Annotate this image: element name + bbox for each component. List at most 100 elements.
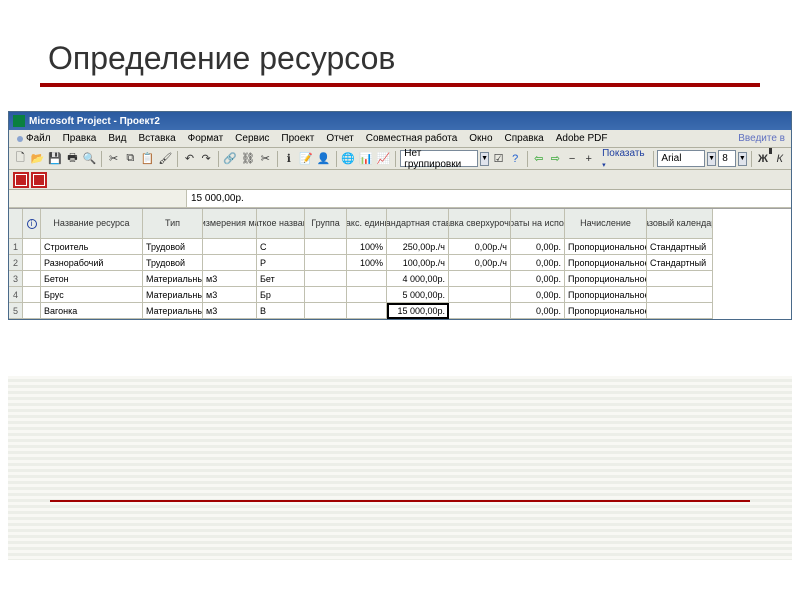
col-group[interactable]: Группа — [305, 209, 347, 239]
help-button[interactable]: ? — [508, 150, 523, 168]
print-button[interactable]: 🖶 — [65, 150, 80, 168]
show-menu[interactable]: Показать ▾ — [598, 148, 649, 170]
cell-group[interactable] — [305, 271, 347, 287]
cell-accrue[interactable]: Пропорциональное — [565, 287, 647, 303]
row-header[interactable]: 1 — [9, 239, 23, 255]
cell-units[interactable]: м3 — [203, 271, 257, 287]
col-material-units[interactable]: Единицы измерения материалов — [203, 209, 257, 239]
publish-button[interactable]: 🌐 — [340, 150, 356, 168]
cell-info[interactable] — [23, 271, 41, 287]
expand-button[interactable]: + — [581, 150, 596, 168]
link-button[interactable]: 🔗 — [222, 150, 238, 168]
cell-short[interactable]: В — [257, 303, 305, 319]
save-button[interactable]: 💾 — [47, 150, 63, 168]
col-name[interactable]: Название ресурса — [41, 209, 143, 239]
col-type[interactable]: Тип — [143, 209, 203, 239]
cell-accrue[interactable]: Пропорциональное — [565, 303, 647, 319]
cell-ovt-rate[interactable] — [449, 303, 511, 319]
cell-calendar[interactable] — [647, 303, 713, 319]
outdent-button[interactable]: ⇦ — [531, 150, 546, 168]
cell-short[interactable]: Бр — [257, 287, 305, 303]
redo-button[interactable]: ↷ — [199, 150, 214, 168]
pdf-mail-icon[interactable] — [31, 172, 47, 188]
indent-button[interactable]: ⇨ — [548, 150, 563, 168]
cell-std-rate[interactable]: 250,00р./ч — [387, 239, 449, 255]
new-button[interactable]: 🗋 — [13, 150, 28, 168]
cell-name[interactable]: Разнорабочий — [41, 255, 143, 271]
cell-max[interactable]: 100% — [347, 255, 387, 271]
col-accrue[interactable]: Начисление — [565, 209, 647, 239]
cell-type[interactable]: Материальный — [143, 287, 203, 303]
menu-edit[interactable]: Правка — [57, 133, 103, 144]
cell-units[interactable]: м3 — [203, 287, 257, 303]
cell-std-rate[interactable]: 5 000,00р. — [387, 287, 449, 303]
cell-std-rate-active[interactable]: 15 000,00р. — [387, 303, 449, 319]
cell-type[interactable]: Материальный — [143, 271, 203, 287]
row-header[interactable]: 4 — [9, 287, 23, 303]
pdf-convert-icon[interactable] — [13, 172, 29, 188]
cell-units[interactable] — [203, 239, 257, 255]
filter-button[interactable]: ☑ — [491, 150, 506, 168]
cell-max[interactable] — [347, 287, 387, 303]
menu-report[interactable]: Отчет — [320, 133, 359, 144]
cell-type[interactable]: Трудовой — [143, 239, 203, 255]
cell-type[interactable]: Материальный — [143, 303, 203, 319]
cell-std-rate[interactable]: 100,00р./ч — [387, 255, 449, 271]
cell-group[interactable] — [305, 239, 347, 255]
select-all-corner[interactable] — [9, 209, 23, 239]
cell-units[interactable] — [203, 255, 257, 271]
cell-calendar[interactable] — [647, 271, 713, 287]
cell-short[interactable]: С — [257, 239, 305, 255]
cell-type[interactable]: Трудовой — [143, 255, 203, 271]
row-header[interactable]: 2 — [9, 255, 23, 271]
cell-group[interactable] — [305, 287, 347, 303]
col-initials[interactable]: Краткое название — [257, 209, 305, 239]
col-ovt-rate[interactable]: Ставка сверхурочных — [449, 209, 511, 239]
cell-name[interactable]: Брус — [41, 287, 143, 303]
font-name-dropdown[interactable]: Arial — [657, 150, 705, 167]
cut-button[interactable]: ✂ — [106, 150, 121, 168]
font-size-dropdown[interactable]: 8 — [718, 150, 736, 167]
cell-group[interactable] — [305, 255, 347, 271]
cell-cost-use[interactable]: 0,00р. — [511, 271, 565, 287]
dropdown-arrow-icon[interactable]: ▼ — [738, 152, 747, 166]
assign-button[interactable]: 👤 — [316, 150, 332, 168]
dropdown-arrow-icon[interactable]: ▼ — [707, 152, 716, 166]
formula-value[interactable]: 15 000,00р. — [187, 193, 248, 204]
row-header[interactable]: 3 — [9, 271, 23, 287]
cell-std-rate[interactable]: 4 000,00р. — [387, 271, 449, 287]
undo-button[interactable]: ↶ — [182, 150, 197, 168]
cell-calendar[interactable] — [647, 287, 713, 303]
cell-ovt-rate[interactable] — [449, 287, 511, 303]
cell-ovt-rate[interactable]: 0,00р./ч — [449, 239, 511, 255]
col-std-rate[interactable]: Стандартная ставка — [387, 209, 449, 239]
cell-calendar[interactable]: Стандартный — [647, 239, 713, 255]
cell-name[interactable]: Вагонка — [41, 303, 143, 319]
cell-accrue[interactable]: Пропорциональное — [565, 271, 647, 287]
cell-info[interactable] — [23, 255, 41, 271]
cell-calendar[interactable]: Стандартный — [647, 255, 713, 271]
cell-group[interactable] — [305, 303, 347, 319]
menu-file[interactable]: Файл — [11, 133, 57, 144]
cell-cost-use[interactable]: 0,00р. — [511, 303, 565, 319]
cell-name[interactable]: Бетон — [41, 271, 143, 287]
collapse-button[interactable]: − — [565, 150, 580, 168]
menu-adobe-pdf[interactable]: Adobe PDF — [550, 133, 614, 144]
report-button[interactable]: 📊 — [358, 150, 374, 168]
col-info[interactable]: i — [23, 209, 41, 239]
cell-cost-use[interactable]: 0,00р. — [511, 239, 565, 255]
cell-units[interactable]: м3 — [203, 303, 257, 319]
cell-cost-use[interactable]: 0,00р. — [511, 255, 565, 271]
menu-format[interactable]: Формат — [182, 133, 230, 144]
menu-collaborate[interactable]: Совместная работа — [360, 133, 464, 144]
dropdown-arrow-icon[interactable]: ▼ — [480, 152, 489, 166]
col-cost-per-use[interactable]: Затраты на использ. — [511, 209, 565, 239]
print-preview-button[interactable]: 🔍 — [82, 150, 98, 168]
cell-accrue[interactable]: Пропорциональное — [565, 239, 647, 255]
menu-view[interactable]: Вид — [102, 133, 132, 144]
split-button[interactable]: ✂ — [258, 150, 273, 168]
cell-max[interactable] — [347, 271, 387, 287]
menu-project[interactable]: Проект — [275, 133, 320, 144]
menu-tools[interactable]: Сервис — [229, 133, 275, 144]
menu-window[interactable]: Окно — [463, 133, 498, 144]
